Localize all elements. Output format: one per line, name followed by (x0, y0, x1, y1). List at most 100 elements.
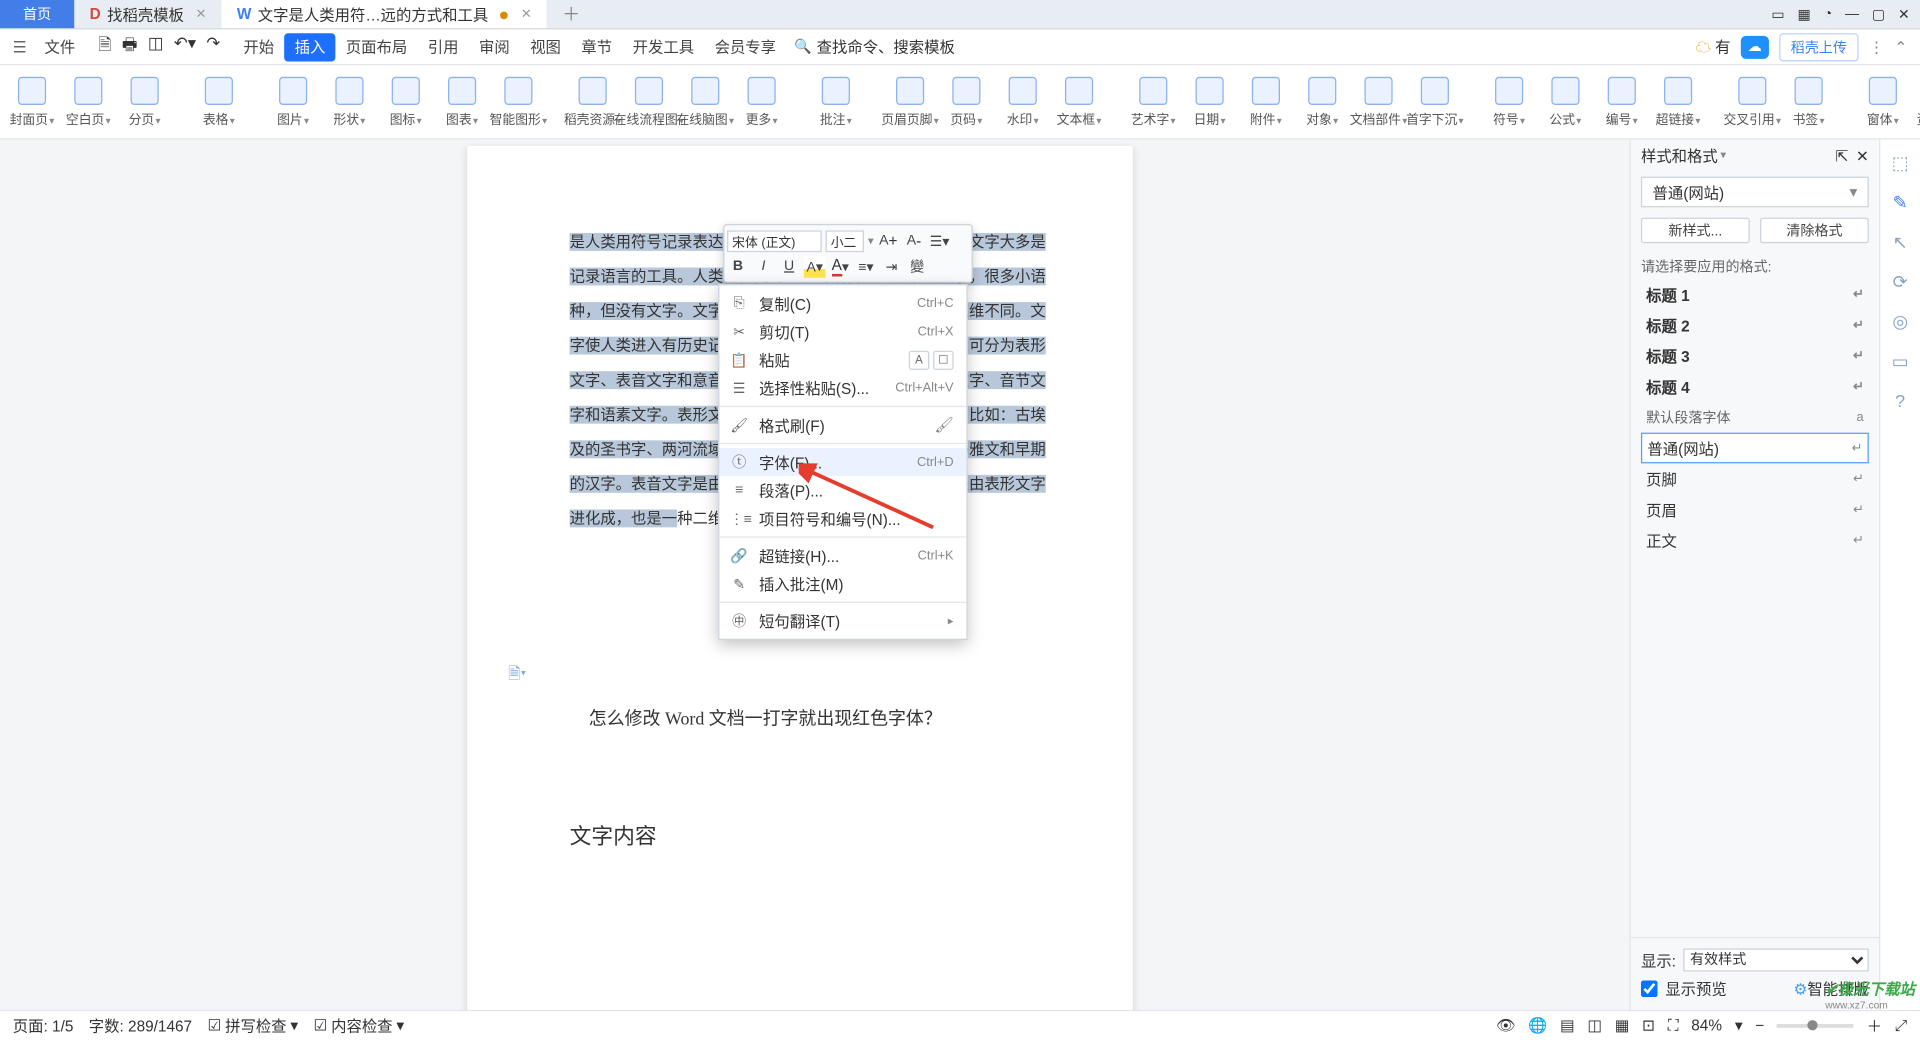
ribbon-页码[interactable]: 页码▾ (947, 76, 985, 127)
ribbon-书签[interactable]: 书签▾ (1789, 76, 1827, 127)
ribbon-图片[interactable]: 图片▾ (274, 76, 312, 127)
qa-preview-icon[interactable]: ◫ (148, 33, 164, 61)
more-icon[interactable]: ⋮ (1869, 38, 1884, 56)
tab-templates[interactable]: D找稻壳模板✕ (74, 0, 221, 28)
command-search[interactable]: 🔍查找命令、搜索模板 (794, 36, 955, 58)
zoom-fit-icon[interactable]: ⛶ (1668, 1016, 1679, 1035)
ribbon-页眉页脚[interactable]: 页眉页脚▾ (891, 76, 929, 127)
ribbon-更多[interactable]: 更多▾ (742, 76, 780, 127)
menu-vip[interactable]: 会员专享 (704, 33, 786, 61)
ribbon-在线脑图[interactable]: 在线脑图▾ (686, 76, 724, 127)
tab-new[interactable]: ＋ (547, 0, 596, 28)
pin-icon[interactable]: ⇱ (1835, 147, 1848, 165)
ribbon-编号[interactable]: 编号▾ (1603, 76, 1641, 127)
font-size-input[interactable] (826, 230, 864, 252)
page-break-icon[interactable]: 🗎▾ (508, 662, 526, 689)
ribbon-稻壳资源[interactable]: 稻壳资源▾ (573, 76, 611, 127)
upload-button[interactable]: 稻壳上传 (1779, 33, 1858, 61)
ribbon-图标[interactable]: 图标▾ (387, 76, 425, 127)
zoom-out-icon[interactable]: − (1755, 1016, 1764, 1034)
ribbon-在线流程图[interactable]: 在线流程图▾ (630, 76, 668, 127)
ribbon-文档部件[interactable]: 文档部件▾ (1359, 76, 1397, 127)
status-spell[interactable]: ☑拼写检查▾ (207, 1014, 298, 1036)
ribbon-水印[interactable]: 水印▾ (1004, 76, 1042, 127)
view-print-icon[interactable]: ▤ (1560, 1016, 1575, 1034)
window-layout-icon[interactable]: ▭ (1771, 6, 1784, 23)
zoom-in-icon[interactable]: ＋ (1867, 1014, 1882, 1036)
shrink-font-icon[interactable]: A- (903, 230, 925, 252)
menu-layout[interactable]: 页面布局 (336, 33, 418, 61)
user-icon[interactable]: ◔ (1824, 6, 1833, 21)
rail-location-icon[interactable]: ◎ (1892, 311, 1908, 333)
style-普通(网站)[interactable]: 普通(网站)↵ (1641, 433, 1869, 464)
highlight-icon[interactable]: A▾ (804, 255, 826, 277)
rail-style-icon[interactable]: ✎ (1893, 192, 1908, 214)
font-family-input[interactable] (727, 230, 822, 252)
grid-icon[interactable]: ▦ (1798, 6, 1811, 23)
ribbon-形状[interactable]: 形状▾ (330, 76, 368, 127)
ribbon-封面页[interactable]: 封面页▾ (13, 76, 51, 127)
ribbon-符号[interactable]: 符号▾ (1490, 76, 1528, 127)
ribbon-公式[interactable]: 公式▾ (1546, 76, 1584, 127)
close-panel-icon[interactable]: ✕ (1856, 147, 1869, 165)
ctx-格式刷(F)[interactable]: 🖌格式刷(F)🖌 (719, 411, 966, 439)
menu-review[interactable]: 审阅 (469, 33, 520, 61)
ctx-插入批注(M)[interactable]: ✎插入批注(M) (719, 570, 966, 598)
menu-view[interactable]: 视图 (520, 33, 571, 61)
status-words[interactable]: 字数: 289/1467 (89, 1014, 192, 1036)
tab-document[interactable]: W文字是人类用符…远的方式和工具●✕ (222, 0, 547, 28)
ctx-项目符号和编号(N)...[interactable]: ⋮≡项目符号和编号(N)... (719, 504, 966, 532)
minimize-icon[interactable]: — (1845, 6, 1859, 21)
collapse-icon[interactable]: ⌃ (1894, 38, 1907, 56)
ctx-剪切(T)[interactable]: ✂剪切(T)Ctrl+X (719, 317, 966, 345)
menu-insert[interactable]: 插入 (284, 33, 335, 61)
preview-checkbox[interactable] (1641, 980, 1658, 997)
ctx-段落(P)...[interactable]: ≡段落(P)... (719, 476, 966, 504)
style-标题 4[interactable]: 标题 4↵ (1641, 371, 1869, 402)
case-icon[interactable]: 變 (906, 255, 928, 277)
ribbon-空白页[interactable]: 空白页▾ (69, 76, 107, 127)
menu-file[interactable]: 文件 (34, 33, 85, 61)
close-icon[interactable]: ✕ (195, 7, 206, 21)
rail-select-icon[interactable]: ⬚ (1892, 152, 1909, 174)
maximize-icon[interactable]: ▢ (1872, 6, 1885, 23)
cloud-icon[interactable]: ☁ (1741, 35, 1769, 58)
style-默认段落字体[interactable]: 默认段落字体a (1641, 402, 1869, 433)
grow-font-icon[interactable]: A+ (877, 230, 899, 252)
style-标题 2[interactable]: 标题 2↵ (1641, 310, 1869, 341)
zoom-slider[interactable] (1777, 1023, 1854, 1027)
rail-book-icon[interactable]: ▭ (1892, 351, 1909, 373)
qa-save-icon[interactable]: 🗎 (98, 33, 111, 61)
fontcolor-icon[interactable]: A▾ (829, 255, 851, 277)
italic-icon[interactable]: I (753, 255, 775, 277)
ribbon-窗体[interactable]: 窗体▾ (1864, 76, 1902, 127)
zoom-value[interactable]: 84% (1691, 1016, 1722, 1034)
underline-icon[interactable]: U (778, 255, 800, 277)
clear-format-button[interactable]: 清除格式 (1760, 218, 1869, 244)
rail-arrow-icon[interactable]: ↖ (1893, 232, 1908, 254)
view-eye-icon[interactable]: 👁 (1496, 1016, 1516, 1034)
view-focus-icon[interactable]: ⊡ (1642, 1016, 1655, 1034)
style-标题 3[interactable]: 标题 3↵ (1641, 340, 1869, 371)
menu-ref[interactable]: 引用 (418, 33, 469, 61)
qa-print-icon[interactable]: 🖶 (122, 33, 138, 61)
new-style-button[interactable]: 新样式... (1641, 218, 1750, 244)
rail-help-icon[interactable]: ? (1895, 390, 1905, 410)
ribbon-表格[interactable]: 表格▾ (200, 76, 238, 127)
ctx-粘贴[interactable]: 📋粘贴A☐ (719, 346, 966, 374)
ribbon-分页[interactable]: 分页▾ (125, 76, 163, 127)
ribbon-超链接[interactable]: 超链接▾ (1659, 76, 1697, 127)
ribbon-批注[interactable]: 批注▾ (817, 76, 855, 127)
ribbon-交叉引用[interactable]: 交叉引用▾ (1733, 76, 1771, 127)
view-web-icon[interactable]: ◫ (1587, 1016, 1602, 1034)
style-正文[interactable]: 正文↵ (1641, 525, 1869, 556)
style-标题 1[interactable]: 标题 1↵ (1641, 279, 1869, 310)
ribbon-首字下沉[interactable]: 首字下沉▾ (1416, 76, 1454, 127)
ribbon-附件[interactable]: 附件▾ (1247, 76, 1285, 127)
rail-refresh-icon[interactable]: ⟳ (1893, 271, 1908, 293)
align-icon[interactable]: ≡▾ (855, 255, 877, 277)
ribbon-文本框[interactable]: 文本框▾ (1060, 76, 1098, 127)
bold-icon[interactable]: B (727, 255, 749, 277)
style-页脚[interactable]: 页脚↵ (1641, 463, 1869, 494)
view-outline-icon[interactable]: ▦ (1615, 1016, 1630, 1034)
